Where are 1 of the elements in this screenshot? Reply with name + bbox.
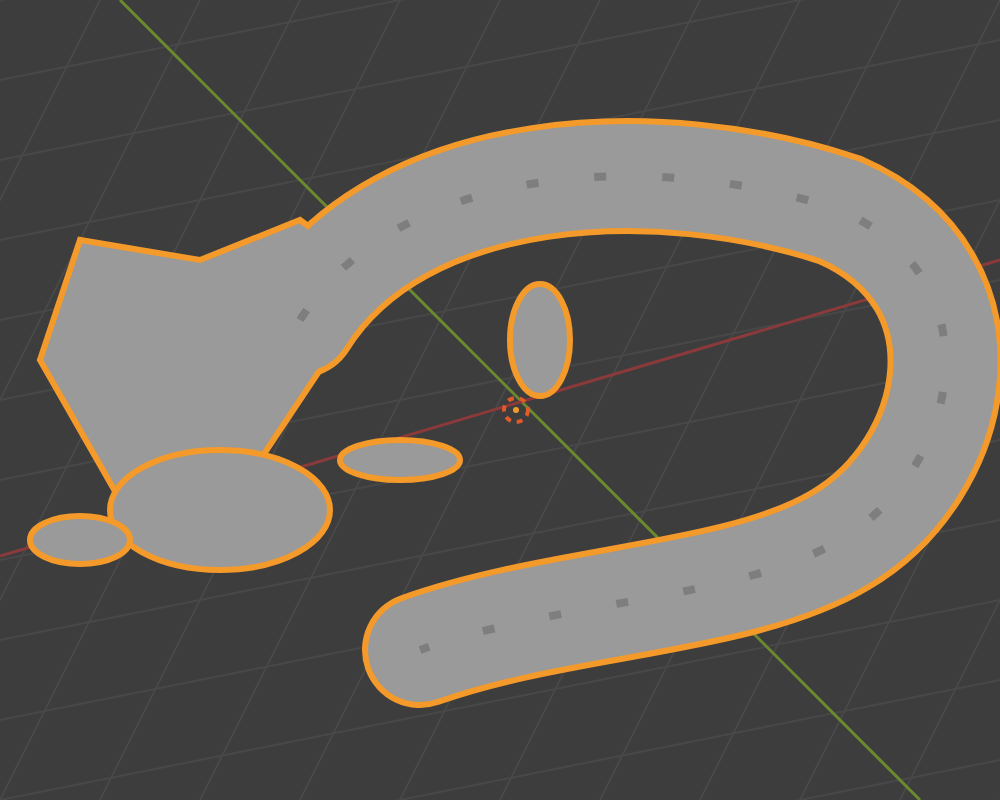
origin-cursor-icon (502, 396, 530, 424)
